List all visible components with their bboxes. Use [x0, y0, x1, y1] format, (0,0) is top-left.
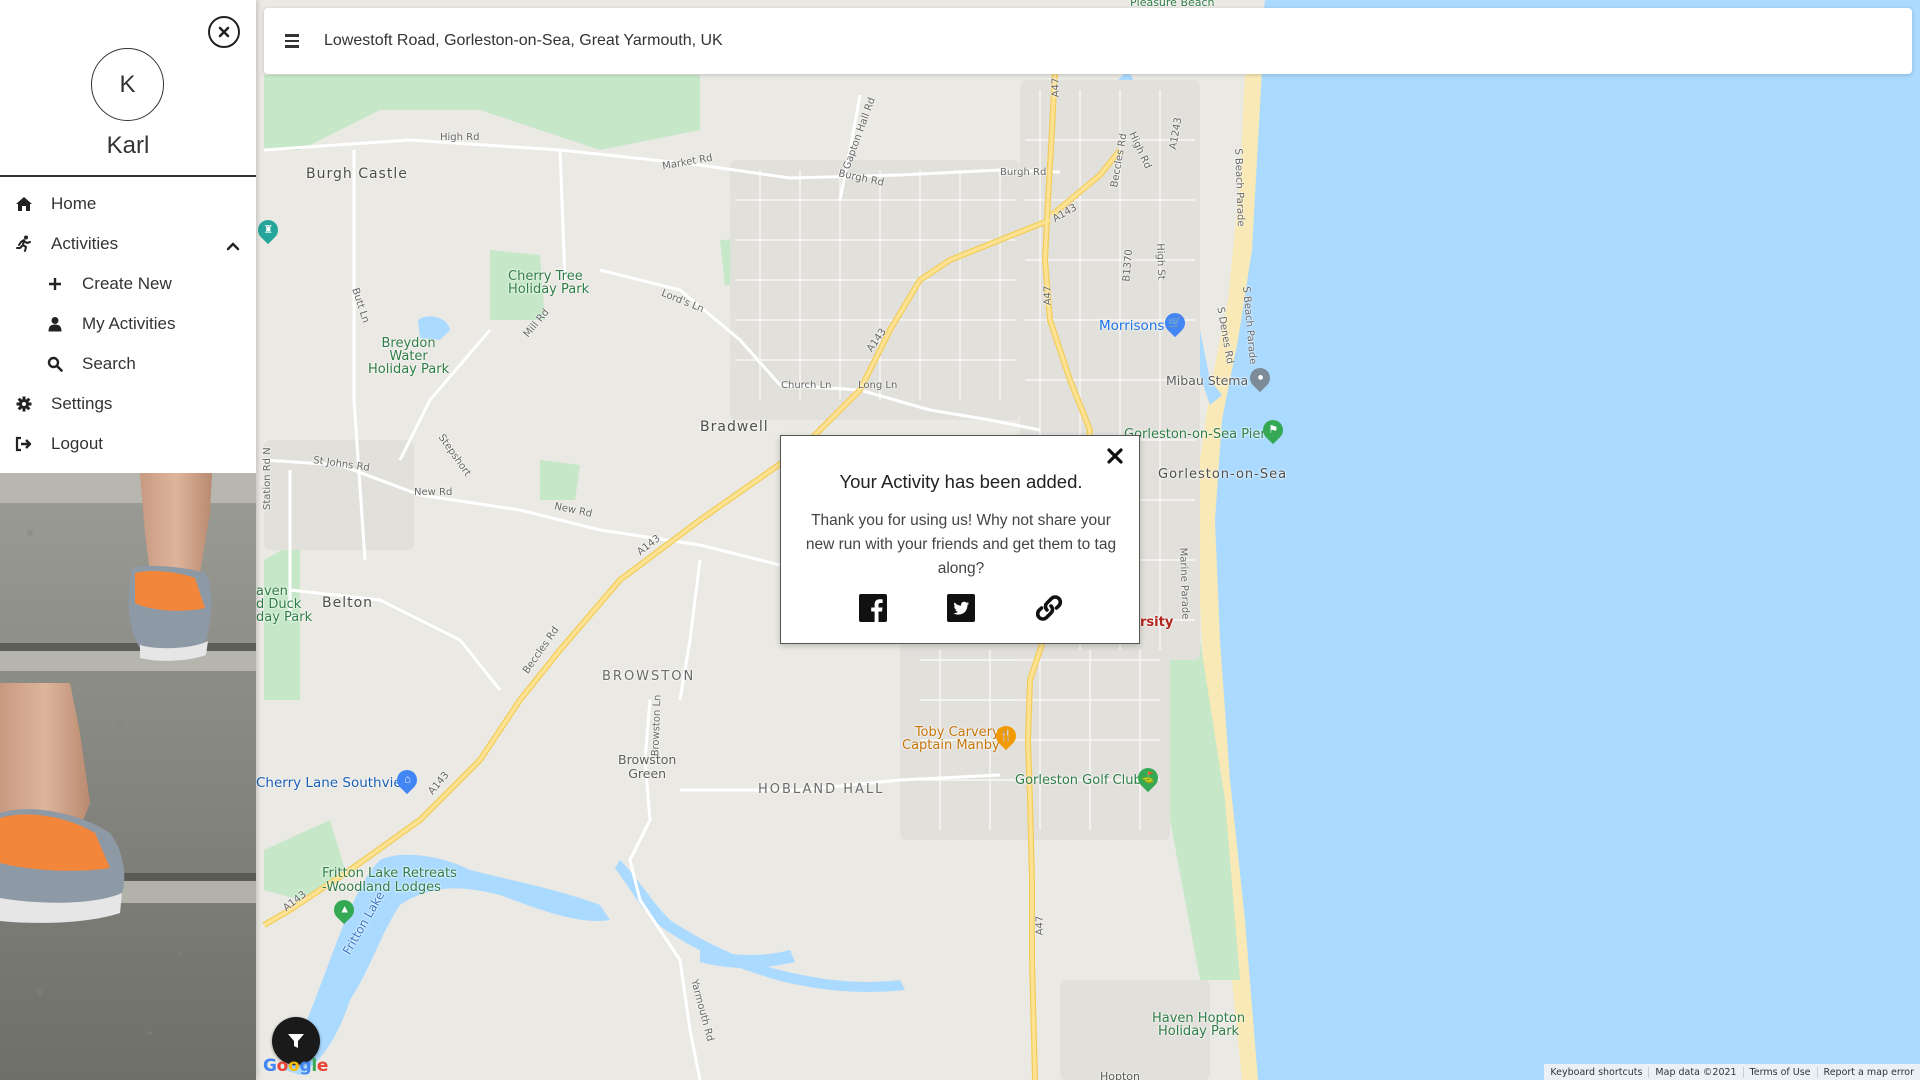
road-label: Burgh Rd [1000, 167, 1047, 178]
map-label-gorleston: Gorleston-on-Sea [1158, 467, 1288, 482]
dialog-message: Thank you for using us! Why not share yo… [805, 512, 1117, 577]
chevron-up-icon[interactable] [226, 236, 240, 256]
close-sidebar-button[interactable] [208, 16, 240, 48]
map-label-fritton-lodges: Fritton Lake Retreats -Woodland Lodges [322, 866, 457, 895]
map-data-text: Map data ©2021 [1648, 1066, 1742, 1078]
road-label: New Rd [414, 487, 453, 498]
map-label-burgh-castle: Burgh Castle [306, 166, 408, 182]
road-label: A47 [1050, 77, 1062, 98]
map-label-rsity: rsity [1140, 615, 1174, 630]
search-icon [46, 355, 64, 373]
logout-icon [15, 435, 33, 453]
nav-item-settings[interactable]: Settings [0, 384, 256, 424]
map-label-golf-club: Gorleston Golf Club [1015, 773, 1142, 788]
map-label-breydon: Breydon Water Holiday Park [368, 336, 450, 377]
map-label-belton: Belton [322, 595, 374, 611]
location-search-input[interactable] [324, 32, 1824, 50]
nav-item-activities[interactable]: Activities [0, 224, 256, 264]
twitter-icon [947, 594, 975, 622]
road-label: Church Ln [781, 380, 832, 391]
map-label-mibau: Mibau Stema [1166, 373, 1249, 388]
sidebar: K Karl Home Activities Create New My Act… [0, 0, 256, 1080]
report-error-link[interactable]: Report a map error [1816, 1066, 1920, 1078]
nav-item-create-new[interactable]: Create New [0, 264, 256, 304]
close-dialog-button[interactable] [1103, 444, 1127, 468]
home-icon [15, 195, 33, 213]
map-label-haven-duck: aven d Duck day Park [256, 584, 313, 625]
road-label: A47 [1042, 285, 1054, 306]
plus-icon [46, 275, 64, 293]
running-shoes-photo [0, 473, 256, 1080]
map-label-bradwell: Bradwell [700, 419, 769, 435]
road-label: A47 [1034, 915, 1046, 936]
map-label-morrisons: Morrisons [1099, 318, 1165, 334]
nav-item-search[interactable]: Search [0, 344, 256, 384]
map-label-haven-hopton: Haven Hopton Holiday Park [1152, 1011, 1246, 1039]
gear-icon [15, 395, 33, 413]
link-icon [1035, 595, 1063, 621]
close-icon [218, 26, 230, 38]
road-label: High St [1154, 243, 1167, 280]
dialog-title: Your Activity has been added. [839, 471, 1083, 492]
road-label: Browston Ln [650, 694, 664, 757]
nav-item-label: Home [51, 194, 97, 213]
map-label-toby-carvery: Toby Carvery Captain Manby [902, 725, 1000, 753]
map-label-cherry-lane: Cherry Lane Southview [256, 775, 413, 791]
sidebar-nav: Home Activities Create New My Activities [0, 184, 256, 464]
nav-item-home[interactable]: Home [0, 184, 256, 224]
keyboard-shortcuts-link[interactable]: Keyboard shortcuts [1544, 1067, 1648, 1078]
activity-added-dialog: Your Activity has been added. Thank you … [780, 435, 1140, 644]
nav-item-label: Search [82, 354, 136, 373]
user-name: Karl [106, 132, 150, 159]
google-logo: Google [263, 1056, 329, 1076]
sidebar-divider [0, 175, 256, 177]
terms-link[interactable]: Terms of Use [1742, 1066, 1817, 1078]
facebook-share-button[interactable] [858, 593, 888, 623]
share-buttons [781, 593, 1141, 623]
menu-icon[interactable] [278, 27, 306, 55]
map-label-browston-green: Browston Green [618, 752, 677, 781]
map-label-browston: BROWSTON [602, 669, 696, 684]
user-icon [46, 315, 64, 333]
map-label-cherry-tree: Cherry Tree Holiday Park [508, 269, 590, 297]
search-bar [264, 8, 1912, 74]
close-icon [1107, 448, 1123, 464]
road-label: High Rd [440, 132, 480, 143]
nav-item-my-activities[interactable]: My Activities [0, 304, 256, 344]
avatar: K [91, 48, 164, 121]
facebook-icon [859, 594, 887, 622]
nav-item-label: My Activities [82, 314, 176, 333]
twitter-share-button[interactable] [946, 593, 976, 623]
copy-link-button[interactable] [1034, 593, 1064, 623]
nav-item-logout[interactable]: Logout [0, 424, 256, 464]
nav-item-label: Activities [51, 234, 119, 253]
road-label: Station Rd N [262, 447, 273, 510]
map-label-pier: Gorleston-on-Sea Pier [1124, 427, 1266, 442]
map-attribution: Keyboard shortcuts Map data ©2021 Terms … [1544, 1064, 1920, 1080]
road-label: Long Ln [858, 380, 898, 391]
nav-item-label: Logout [51, 434, 103, 453]
running-icon [15, 235, 33, 253]
nav-item-label: Create New [82, 274, 172, 293]
map-label-hopton: Hopton [1100, 1070, 1140, 1080]
filter-icon [288, 1034, 304, 1048]
map-label-hobland-hall: HOBLAND HALL [758, 782, 885, 797]
nav-item-label: Settings [51, 394, 113, 413]
